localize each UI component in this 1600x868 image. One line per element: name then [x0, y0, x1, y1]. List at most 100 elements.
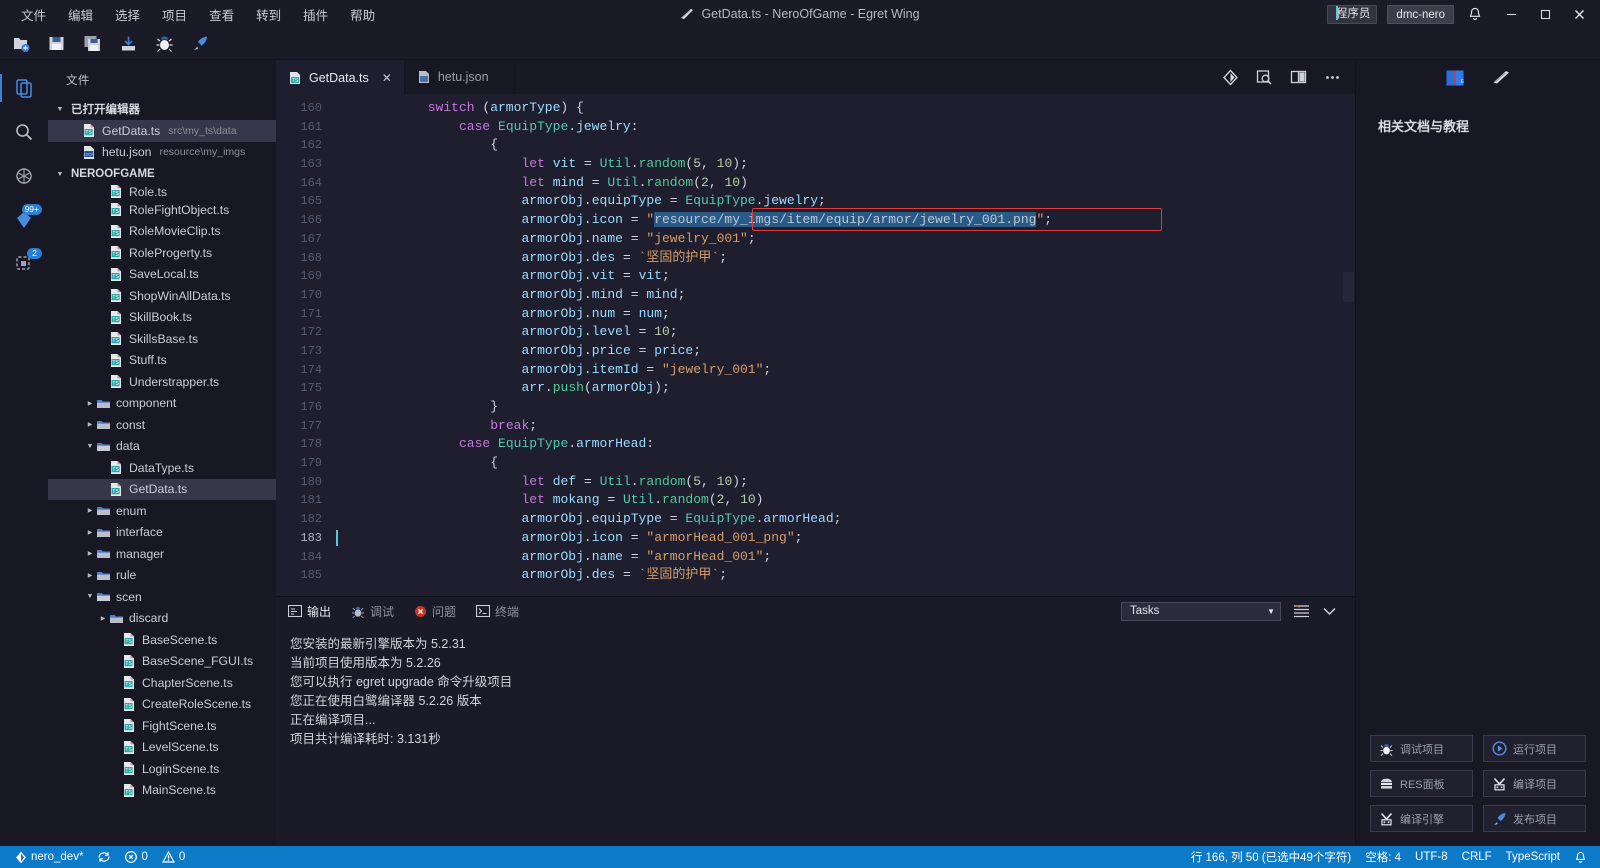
task-select[interactable]: Tasks ▼ — [1121, 601, 1281, 621]
right-panel-button-5[interactable]: 发布项目 — [1483, 805, 1586, 832]
panel-tab-output[interactable]: 输出 — [288, 603, 331, 620]
activity-extensions[interactable] — [0, 156, 48, 196]
code-editor[interactable]: 160 161 162 163 164 165 166 167 168 169 170 171 172 1… — [276, 94, 1355, 596]
tree-item[interactable]: ▶ rule — [48, 565, 276, 587]
new-file-icon[interactable] — [8, 32, 32, 56]
chevron-right-icon[interactable]: ▶ — [84, 507, 96, 514]
menu-item-0[interactable]: 文件 — [10, 1, 57, 28]
tree-item[interactable]: TS CreateRoleScene.ts — [48, 694, 276, 716]
tree-item[interactable]: ▼ data — [48, 436, 276, 458]
close-icon[interactable]: ✕ — [382, 71, 392, 85]
activity-debug[interactable]: 2 — [0, 244, 48, 284]
docs-book-icon[interactable]: E — [1445, 68, 1466, 87]
chevron-down-icon[interactable]: ▼ — [84, 593, 96, 600]
split-editor-icon[interactable] — [1289, 68, 1307, 86]
status-warnings[interactable]: 0 — [155, 846, 192, 868]
tree-item[interactable]: TS SkillBook.ts — [48, 307, 276, 329]
tree-item[interactable]: TS MainScene.ts — [48, 780, 276, 802]
import-icon[interactable] — [116, 32, 140, 56]
open-editors-header[interactable]: ▼ 已打开编辑器 — [48, 98, 276, 120]
role-select[interactable]: 程序员 ▼ — [1326, 4, 1378, 24]
menu-item-4[interactable]: 查看 — [198, 1, 245, 28]
tree-item[interactable]: ▶ discard — [48, 608, 276, 630]
menu-item-5[interactable]: 转到 — [245, 1, 292, 28]
tree-item[interactable]: TS GetData.ts — [48, 478, 276, 500]
activity-search[interactable] — [0, 112, 48, 152]
activity-explorer[interactable] — [0, 68, 48, 108]
status-bell-icon[interactable] — [1567, 846, 1594, 868]
editor-scrollbar[interactable] — [1343, 272, 1354, 302]
activity-source-control[interactable]: 99+ — [0, 200, 48, 240]
tree-item[interactable]: TS LoginScene.ts — [48, 758, 276, 780]
panel-tab-debug[interactable]: 调试 — [351, 603, 394, 620]
notification-bell-icon[interactable] — [1468, 7, 1494, 22]
tab-getdata-ts[interactable]: TS GetData.ts ✕ — [276, 60, 405, 94]
status-sync[interactable] — [90, 846, 118, 868]
code-content[interactable]: switch (armorType) { case EquipType.jewe… — [334, 94, 1355, 596]
tree-item[interactable]: TS ChapterScene.ts — [48, 672, 276, 694]
chevron-right-icon[interactable]: ▶ — [84, 400, 96, 407]
tree-item[interactable]: TS SkillsBase.ts — [48, 328, 276, 350]
menu-item-1[interactable]: 编辑 — [57, 1, 104, 28]
menu-item-6[interactable]: 插件 — [292, 1, 339, 28]
chevron-right-icon[interactable]: ▶ — [84, 550, 96, 557]
panel-tab-terminal[interactable]: 终端 — [476, 603, 519, 620]
window-maximize-button[interactable] — [1528, 0, 1562, 28]
save-all-icon[interactable] — [80, 32, 104, 56]
tree-item[interactable]: TS Stuff.ts — [48, 350, 276, 372]
open-editor-item[interactable]: JSON hetu.json resource\my_imgs — [48, 142, 276, 164]
tree-item[interactable]: TS LevelScene.ts — [48, 737, 276, 759]
tree-item[interactable]: TS BaseScene.ts — [48, 629, 276, 651]
preview-icon[interactable] — [1255, 68, 1273, 86]
tree-item[interactable]: TS RoleFightObject.ts — [48, 199, 276, 221]
tree-item[interactable]: TS FightScene.ts — [48, 715, 276, 737]
tree-item[interactable]: TS RoleProgerty.ts — [48, 242, 276, 264]
rocket-run-icon[interactable] — [188, 32, 212, 56]
status-encoding[interactable]: UTF-8 — [1408, 846, 1455, 868]
menu-item-3[interactable]: 项目 — [151, 1, 198, 28]
menu-item-7[interactable]: 帮助 — [339, 1, 386, 28]
more-actions-icon[interactable] — [1323, 68, 1341, 86]
window-minimize-button[interactable] — [1494, 0, 1528, 28]
chevron-right-icon[interactable]: ▶ — [97, 615, 109, 622]
save-icon[interactable] — [44, 32, 68, 56]
project-header[interactable]: ▼ NEROOFGAME — [48, 163, 276, 185]
tree-item[interactable]: ▶ component — [48, 393, 276, 415]
status-cursor-position[interactable]: 行 166, 列 50 (已选中49个字符) — [1184, 846, 1358, 868]
clear-output-icon[interactable] — [1293, 604, 1310, 619]
tree-item[interactable]: TS Understrapper.ts — [48, 371, 276, 393]
debug-bug-icon[interactable] — [152, 32, 176, 56]
chevron-right-icon[interactable]: ▶ — [84, 529, 96, 536]
status-indentation[interactable]: 空格: 4 — [1358, 846, 1408, 868]
right-panel-button-4[interactable]: 编译引擎 — [1370, 805, 1473, 832]
window-close-button[interactable] — [1562, 0, 1596, 28]
collapse-panel-icon[interactable] — [1322, 605, 1337, 617]
status-branch[interactable]: nero_dev* — [8, 846, 90, 868]
tab-hetu-json[interactable]: hetu.json — [404, 60, 515, 94]
tree-item[interactable]: ▶ enum — [48, 500, 276, 522]
tree-item[interactable]: ▼ scen — [48, 586, 276, 608]
user-chip[interactable]: dmc-nero — [1387, 4, 1454, 24]
status-errors[interactable]: 0 — [118, 846, 154, 868]
chevron-right-icon[interactable]: ▶ — [84, 421, 96, 428]
open-editor-item[interactable]: TS GetData.ts src\my_ts\data — [48, 120, 276, 142]
egret-wing-icon[interactable] — [1492, 69, 1511, 85]
status-language[interactable]: TypeScript — [1499, 846, 1567, 868]
right-panel-button-3[interactable]: 编译项目 — [1483, 770, 1586, 797]
tree-item[interactable]: TS RoleMovieClip.ts — [48, 221, 276, 243]
tree-item[interactable]: TS BaseScene_FGUI.ts — [48, 651, 276, 673]
tree-item[interactable]: TS SaveLocal.ts — [48, 264, 276, 286]
chevron-down-icon[interactable]: ▼ — [84, 443, 96, 450]
tree-item[interactable]: ▶ const — [48, 414, 276, 436]
right-panel-button-1[interactable]: 运行项目 — [1483, 735, 1586, 762]
menu-item-2[interactable]: 选择 — [104, 1, 151, 28]
tree-item[interactable]: ▶ interface — [48, 522, 276, 544]
egret-action-icon[interactable] — [1221, 68, 1239, 86]
tree-item[interactable]: ▶ manager — [48, 543, 276, 565]
chevron-right-icon[interactable]: ▶ — [84, 572, 96, 579]
tree-item[interactable]: TS DataType.ts — [48, 457, 276, 479]
right-panel-button-0[interactable]: 调试项目 — [1370, 735, 1473, 762]
panel-tab-problems[interactable]: 问题 — [414, 603, 456, 620]
right-panel-button-2[interactable]: RES面板 — [1370, 770, 1473, 797]
status-eol[interactable]: CRLF — [1455, 846, 1499, 868]
